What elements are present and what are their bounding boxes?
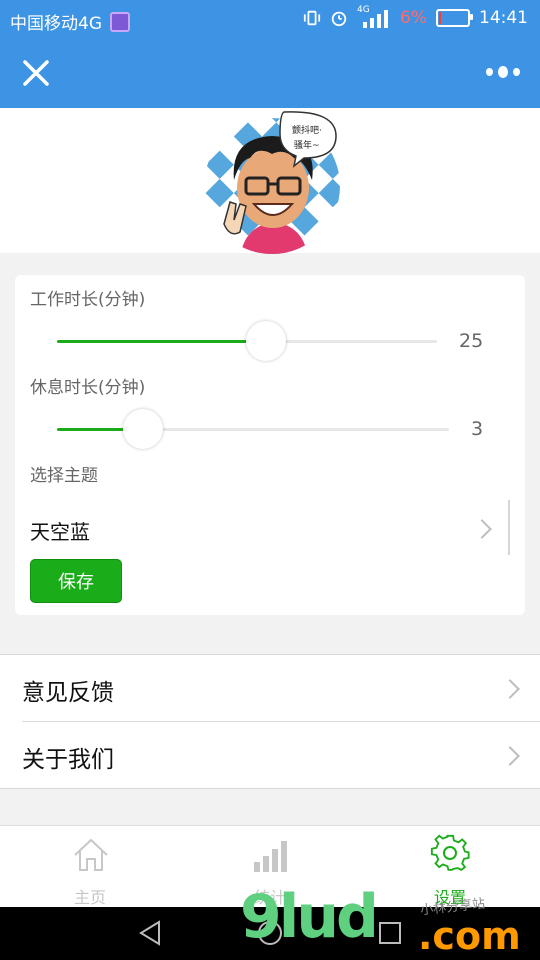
gear-icon xyxy=(430,834,470,871)
title-bar xyxy=(0,38,540,108)
tab-home[interactable]: 主页 xyxy=(30,834,150,907)
chart-icon xyxy=(254,841,287,872)
theme-picker[interactable]: 天空蓝 xyxy=(15,500,525,555)
signal-icon: 4G xyxy=(357,5,391,28)
rest-duration-value: 3 xyxy=(471,418,484,440)
work-duration-value: 25 xyxy=(459,330,484,352)
status-right: 4G 6% 14:41 xyxy=(303,5,528,28)
rest-duration-slider[interactable] xyxy=(57,409,457,451)
app-notification-icon xyxy=(110,11,130,32)
speech-line-1: 颤抖吧· xyxy=(292,124,322,136)
theme-label: 选择主题 xyxy=(30,466,98,486)
back-icon[interactable] xyxy=(137,919,163,947)
divider xyxy=(508,500,510,555)
chevron-right-icon xyxy=(472,519,492,539)
tab-label: 主页 xyxy=(73,888,106,907)
list-item-about[interactable]: 关于我们 xyxy=(0,722,540,788)
watermark-main: 9lud xyxy=(240,882,379,952)
battery-icon xyxy=(436,9,473,27)
more-options-icon[interactable] xyxy=(486,63,520,81)
battery-percent: 6% xyxy=(400,8,427,28)
theme-value: 天空蓝 xyxy=(30,520,90,544)
speech-line-2: 骚年~ xyxy=(294,139,320,151)
watermark-suffix: .com xyxy=(418,914,521,958)
profile-header: 颤抖吧· 骚年~ xyxy=(0,108,540,254)
list-item-label: 关于我们 xyxy=(22,747,114,773)
watermark-logo: 9lud 小林分享站 .com xyxy=(240,882,540,960)
rest-duration-label: 休息时长(分钟) xyxy=(30,378,146,398)
vibrate-icon xyxy=(303,10,321,26)
list-item-feedback[interactable]: 意见反馈 xyxy=(0,655,540,722)
status-bar: 中国移动4G 4G 6% 14:41 xyxy=(0,0,540,38)
settings-card: 工作时长(分钟) 25 休息时长(分钟) 3 选择主题 天空蓝 保存 xyxy=(15,275,525,615)
home-icon xyxy=(74,838,108,871)
work-duration-label: 工作时长(分钟) xyxy=(30,290,146,310)
carrier-text: 中国移动4G xyxy=(10,14,102,34)
avatar: 颤抖吧· 骚年~ xyxy=(204,111,340,254)
work-slider-fill xyxy=(57,340,266,343)
save-button[interactable]: 保存 xyxy=(30,559,122,603)
clock: 14:41 xyxy=(479,8,528,28)
menu-list: 意见反馈 关于我们 xyxy=(0,654,540,789)
close-icon[interactable] xyxy=(18,55,54,91)
list-item-label: 意见反馈 xyxy=(22,680,114,706)
chevron-right-icon xyxy=(500,679,520,699)
status-left: 中国移动4G xyxy=(10,9,130,34)
rest-slider-thumb[interactable] xyxy=(123,409,163,449)
work-slider-thumb[interactable] xyxy=(246,321,286,361)
work-duration-slider[interactable] xyxy=(57,321,457,363)
chevron-right-icon xyxy=(500,746,520,766)
alarm-icon xyxy=(331,11,347,27)
